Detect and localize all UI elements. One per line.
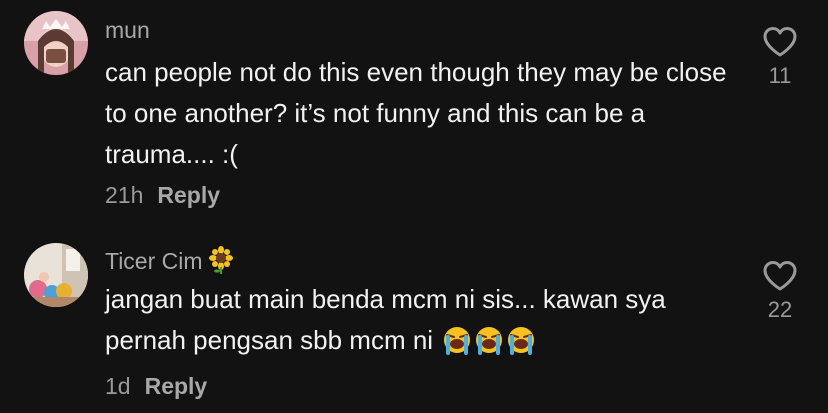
heart-outline-icon[interactable] — [762, 260, 798, 292]
like-count: 11 — [768, 63, 792, 88]
comment-text: can people not do this even though they … — [105, 52, 735, 175]
comment-meta: 21h Reply — [105, 181, 220, 209]
username-label[interactable]: Ticer Cim — [105, 248, 203, 274]
username-label[interactable]: mun — [105, 17, 150, 43]
like-count: 22 — [767, 297, 793, 322]
heart-outline-icon[interactable] — [762, 26, 798, 58]
timestamp: 21h — [105, 182, 144, 208]
sunflower-icon — [207, 246, 235, 280]
loudly-crying-face-icon — [474, 325, 504, 367]
like-button[interactable]: 11 — [756, 26, 804, 88]
comment-text: jangan buat main benda mcm ni sis... kaw… — [105, 279, 705, 367]
avatar[interactable] — [24, 11, 88, 75]
timestamp: 1d — [105, 373, 131, 399]
reply-button[interactable]: Reply — [145, 373, 208, 399]
avatar[interactable] — [24, 243, 88, 307]
loudly-crying-face-icon — [442, 325, 472, 367]
comment-item: Ticer Cim jangan buat main benda mcm ni … — [0, 230, 828, 413]
comment-meta: 1d Reply — [105, 372, 207, 400]
comment-text-content: jangan buat main benda mcm ni sis... kaw… — [105, 284, 666, 355]
comment-text-content: can people not do this even though they … — [105, 57, 727, 169]
username[interactable]: mun — [105, 16, 150, 44]
like-button[interactable]: 22 — [756, 260, 804, 322]
username[interactable]: Ticer Cim — [105, 246, 235, 280]
loudly-crying-face-icon — [506, 325, 536, 367]
reply-button[interactable]: Reply — [157, 182, 220, 208]
comment-item: mun can people not do this even though t… — [0, 0, 828, 230]
